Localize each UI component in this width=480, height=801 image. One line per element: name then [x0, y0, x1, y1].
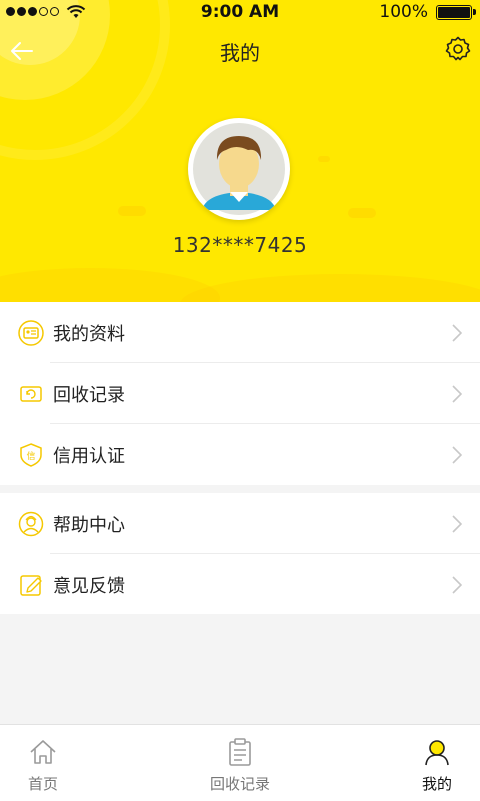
avatar[interactable]	[188, 118, 290, 220]
menu-label: 信用认证	[53, 445, 125, 467]
avatar-image	[193, 123, 285, 215]
menu-item-help-center[interactable]: 帮助中心	[0, 493, 480, 554]
chevron-right-icon	[452, 324, 462, 342]
chevron-right-icon	[452, 385, 462, 403]
menu-group-account: 我的资料 回收记录 信 信用认证	[0, 302, 480, 485]
chevron-right-icon	[452, 576, 462, 594]
help-support-icon	[18, 511, 44, 537]
clipboard-icon	[229, 738, 251, 766]
cloud-decoration	[348, 208, 376, 218]
cloud-decoration	[318, 156, 330, 162]
menu-label: 意见反馈	[53, 575, 125, 597]
tab-label: 我的	[421, 775, 452, 793]
tab-home[interactable]: 首页	[0, 725, 86, 801]
status-bar: 9:00 AM 100%	[0, 0, 480, 24]
user-icon	[425, 740, 449, 766]
chevron-right-icon	[452, 446, 462, 464]
menu-label: 回收记录	[53, 384, 125, 406]
feedback-edit-icon	[20, 575, 42, 596]
profile-header: 9:00 AM 100% 我的 132****7425	[0, 0, 480, 302]
nav-bar: 我的	[0, 26, 480, 74]
bottom-tab-bar: 首页 回收记录 我的	[0, 724, 480, 801]
tab-label: 首页	[27, 775, 58, 793]
user-phone: 132****7425	[172, 233, 308, 257]
menu-label: 我的资料	[53, 323, 125, 345]
menu-label: 帮助中心	[53, 514, 125, 536]
svg-text:信: 信	[26, 450, 35, 462]
recycle-record-icon	[20, 386, 42, 402]
cloud-decoration	[118, 206, 146, 216]
tab-recycle-record[interactable]: 回收记录	[190, 725, 290, 801]
menu-item-credit-auth[interactable]: 信 信用认证	[0, 424, 480, 485]
menu-item-my-profile[interactable]: 我的资料	[0, 302, 480, 363]
chevron-right-icon	[452, 515, 462, 533]
menu-group-support: 帮助中心 意见反馈	[0, 493, 480, 614]
home-icon	[30, 740, 56, 764]
menu-item-feedback[interactable]: 意见反馈	[0, 554, 480, 615]
battery-percent: 100%	[379, 2, 428, 22]
page-title: 我的	[220, 41, 260, 65]
menu-item-recycle-record[interactable]: 回收记录	[0, 363, 480, 424]
tab-label: 回收记录	[209, 775, 270, 793]
tab-mine[interactable]: 我的	[394, 725, 480, 801]
profile-card-icon	[18, 320, 44, 346]
settings-gear-icon[interactable]	[444, 35, 472, 63]
hill-decoration	[180, 274, 480, 302]
credit-shield-icon: 信	[20, 443, 42, 467]
battery-icon	[436, 5, 476, 20]
